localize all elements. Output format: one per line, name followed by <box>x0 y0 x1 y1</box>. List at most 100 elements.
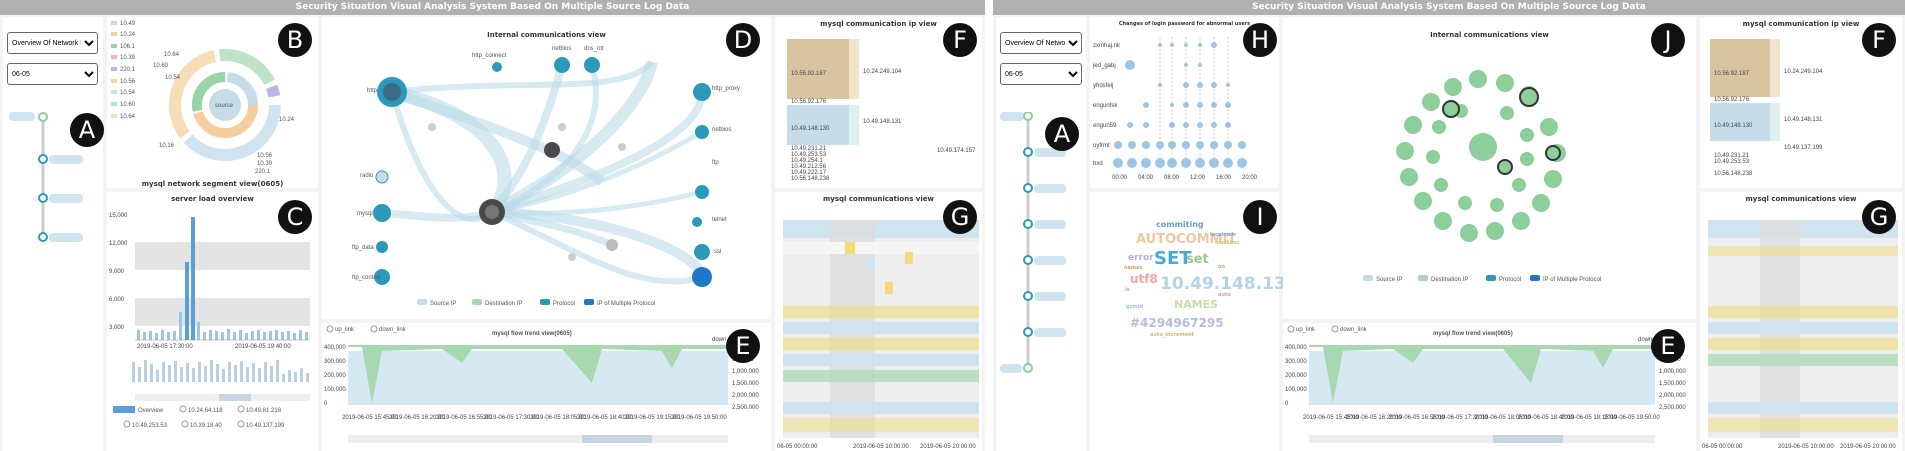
svg-text:10.24: 10.24 <box>279 117 295 123</box>
svg-text:dns_ntr: dns_ntr <box>584 46 604 52</box>
segment-legend: 10.49 10.24 106.1 10.39 220.1 10.56 10.5… <box>111 21 136 120</box>
svg-text:http: http <box>367 88 378 94</box>
svg-text:16:00: 16:00 <box>1216 175 1232 181</box>
screenshot-right: Security Situation Visual Analysis Syste… <box>993 0 1905 451</box>
svg-text:10.54: 10.54 <box>120 90 136 96</box>
svg-text:10.39.18.40: 10.39.18.40 <box>190 423 222 429</box>
svg-text:Protocol: Protocol <box>1499 277 1521 283</box>
svg-text:0: 0 <box>1285 401 1289 407</box>
svg-text:2,500,000: 2,500,000 <box>1659 405 1686 411</box>
svg-text:400,000: 400,000 <box>1285 345 1307 351</box>
flow-trend-chart: up_link down_link mysql flow trend view(… <box>324 325 759 443</box>
flow-trend-chart-right: up_link down_link mysql flow trend view(… <box>1285 325 1686 443</box>
svg-text:up_link: up_link <box>1296 327 1316 333</box>
view-select-right[interactable]: Overview Of Network Sit <box>1000 32 1082 54</box>
svg-text:http_connect: http_connect <box>472 53 507 59</box>
ip-view-panel: mysql communication ip view 10.56.92.187… <box>775 17 982 188</box>
svg-text:2019-06-05 10:00:00: 2019-06-05 10:00:00 <box>1778 444 1834 450</box>
word-on: on <box>1218 264 1225 270</box>
svg-text:100,000: 100,000 <box>1285 387 1307 393</box>
svg-text:1,000,000: 1,000,000 <box>1659 369 1686 375</box>
badge-d: D <box>726 23 760 57</box>
graph-labels: http_connect netbios dns_ntr http_proxy … <box>352 46 740 281</box>
svg-text:220.1: 220.1 <box>255 169 271 175</box>
svg-text:engun59: engun59 <box>1093 123 1117 129</box>
svg-text:2019-06-05 19:50:00: 2019-06-05 19:50:00 <box>671 415 727 421</box>
flow-zoom-slider <box>348 435 728 443</box>
timeline-a-right <box>1000 112 1066 373</box>
word-names-small: names <box>1124 265 1143 271</box>
svg-text:2,000,000: 2,000,000 <box>732 393 759 399</box>
svg-text:1,500,000: 1,500,000 <box>732 381 759 387</box>
badge-f: F <box>943 23 977 57</box>
comm-view-panel-right: mysql communications view 06-05 00:00:00… <box>1700 192 1902 451</box>
svg-text:10.49.137.199: 10.49.137.199 <box>1784 145 1823 151</box>
badge-g-right: G <box>1862 200 1896 234</box>
svg-text:2,000,000: 2,000,000 <box>1659 393 1686 399</box>
svg-text:1,000,000: 1,000,000 <box>732 369 759 375</box>
svg-text:zxmhaj.nk: zxmhaj.nk <box>1093 43 1121 49</box>
svg-text:Source IP: Source IP <box>1376 277 1402 283</box>
segment-view-panel: 10.49 10.24 106.1 10.39 220.1 10.56 10.5… <box>107 17 318 188</box>
badge-e: E <box>726 329 760 363</box>
svg-text:2019-06-05 17:30:00: 2019-06-05 17:30:00 <box>137 344 193 350</box>
password-dots <box>1113 42 1247 168</box>
svg-text:10.24: 10.24 <box>120 32 136 38</box>
badge-a-right: A <box>1045 117 1079 151</box>
svg-text:ftp_control: ftp_control <box>352 275 380 281</box>
word-cloud-panel: commiting AUTOCOMMIT error SET set utf8 … <box>1090 192 1298 451</box>
svg-text:10.24.249.104: 10.24.249.104 <box>863 69 902 75</box>
svg-text:2019-06-05 19:50:00: 2019-06-05 19:50:00 <box>1604 415 1660 421</box>
password-view-panel: Changes of login password for abnormal u… <box>1090 17 1279 188</box>
svg-text:300,000: 300,000 <box>324 359 346 365</box>
svg-text:10.49: 10.49 <box>120 21 136 27</box>
word-number: #4294967295 <box>1130 316 1224 330</box>
app-title-right: Security Situation Visual Analysis Syste… <box>993 0 1905 15</box>
svg-text:10.39: 10.39 <box>120 55 136 61</box>
screenshot-left: Security Situation Visual Analysis Syste… <box>0 0 985 451</box>
word-localmsh: localmsh <box>1210 232 1235 238</box>
view-select[interactable]: Overview Of Network Sit <box>7 32 98 54</box>
svg-text:10.49.148.131: 10.49.148.131 <box>1784 117 1823 123</box>
word-utf8: utf8 <box>1130 272 1158 286</box>
badge-h: H <box>1243 23 1277 57</box>
svg-text:10.16: 10.16 <box>159 143 175 149</box>
svg-text:300,000: 300,000 <box>1285 359 1307 365</box>
svg-text:10.56.148.238: 10.56.148.238 <box>1714 171 1753 177</box>
svg-text:engunfsk: engunfsk <box>1093 103 1118 109</box>
svg-text:10.60: 10.60 <box>153 63 169 69</box>
badge-e-right: E <box>1651 329 1685 363</box>
svg-text:down_link: down_link <box>379 327 407 333</box>
word-is: is <box>1125 287 1130 293</box>
svg-text:2,500,000: 2,500,000 <box>732 405 759 411</box>
svg-text:9,000: 9,000 <box>109 269 125 275</box>
word-set-lower: set <box>1186 252 1209 267</box>
svg-text:IP of Multiple Protocol: IP of Multiple Protocol <box>597 301 655 307</box>
svg-text:3,000: 3,000 <box>109 325 125 331</box>
svg-text:Destination IP: Destination IP <box>1431 277 1468 283</box>
segment-view-title: mysql network segment view(0605) <box>141 180 284 188</box>
svg-text:netbios: netbios <box>712 127 731 133</box>
flow-trend-title: mysql flow trend view(0605) <box>492 331 572 337</box>
svg-text:20:00: 20:00 <box>1242 175 1258 181</box>
svg-text:source: source <box>215 103 234 109</box>
load-mini-bars <box>132 360 309 382</box>
word-ip: 10.49.148.130 <box>1160 274 1298 294</box>
date-select[interactable]: 06-05 <box>7 63 98 85</box>
svg-text:15,000: 15,000 <box>109 213 128 219</box>
svg-text:jed_gabj: jed_gabj <box>1092 63 1116 69</box>
svg-text:telnet: telnet <box>712 217 727 223</box>
svg-text:2019-06-05 20:00:00: 2019-06-05 20:00:00 <box>1840 444 1896 450</box>
badge-c: C <box>278 200 312 234</box>
svg-text:100,000: 100,000 <box>324 387 346 393</box>
svg-text:netbios: netbios <box>552 46 571 52</box>
svg-text:10.56: 10.56 <box>257 153 273 159</box>
svg-text:down: down <box>712 337 726 343</box>
svg-text:uyfrmt: uyfrmt <box>1093 143 1110 149</box>
svg-text:10.49.174.157: 10.49.174.157 <box>937 148 976 154</box>
svg-text:10.24.64.118: 10.24.64.118 <box>188 408 223 414</box>
svg-text:2019-06-05 20:00:00: 2019-06-05 20:00:00 <box>920 444 976 450</box>
date-select-right[interactable]: 06-05 <box>1000 63 1082 85</box>
svg-text:10.60: 10.60 <box>120 102 136 108</box>
svg-text:06-05 00:00:00: 06-05 00:00:00 <box>1702 444 1743 450</box>
